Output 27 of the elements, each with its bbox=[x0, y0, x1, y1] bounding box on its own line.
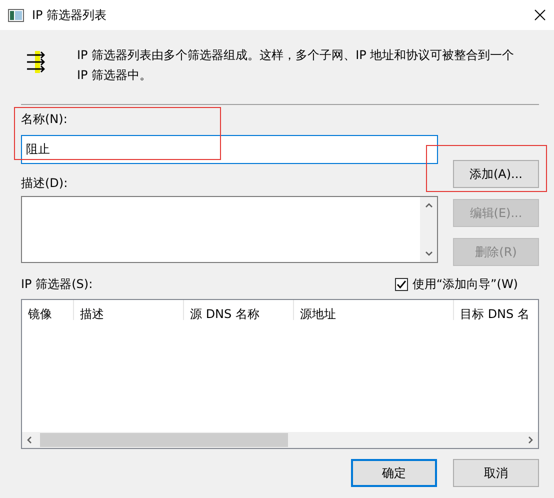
scroll-down-icon bbox=[424, 250, 432, 258]
action-button[interactable]: 添加(A)... bbox=[453, 160, 539, 188]
dialog-button[interactable]: 确定 bbox=[351, 459, 437, 487]
field-label: 名称(N): bbox=[21, 111, 68, 128]
dialog-button[interactable]: 取消 bbox=[453, 459, 539, 487]
filter-list-icon bbox=[25, 49, 47, 75]
scroll-up-icon bbox=[424, 201, 432, 209]
name-field[interactable]: 阻止 bbox=[21, 135, 438, 164]
scroll-right-icon bbox=[526, 436, 534, 444]
column-header[interactable]: 源地址 bbox=[294, 300, 454, 320]
column-header[interactable]: 镜像 bbox=[22, 300, 74, 320]
column-header[interactable]: 目标 DNS 名 bbox=[454, 300, 538, 320]
window-icon bbox=[8, 8, 24, 22]
description-field[interactable] bbox=[21, 196, 438, 263]
window-title: IP 筛选器列表 bbox=[32, 6, 108, 24]
scroll-thumb[interactable] bbox=[40, 433, 288, 447]
wizard-checkbox[interactable] bbox=[395, 278, 408, 291]
scroll-bar[interactable] bbox=[22, 432, 538, 448]
field-label: 描述(D): bbox=[21, 175, 69, 192]
column-header[interactable]: 描述 bbox=[74, 300, 184, 320]
scroll-bar[interactable] bbox=[420, 197, 437, 262]
scroll-left-icon bbox=[26, 436, 34, 444]
close-icon[interactable] bbox=[534, 9, 546, 21]
list-label: IP 筛选器(S): bbox=[21, 276, 93, 293]
checkbox-label: 使用“添加向导”(W) bbox=[412, 276, 518, 293]
intro-text: IP 筛选器列表由多个筛选器组成。这样，多个子网、IP 地址和协议可被整合到一个 IP 筛选器中。 bbox=[77, 47, 516, 84]
column-header[interactable]: 源 DNS 名称 bbox=[184, 300, 294, 320]
